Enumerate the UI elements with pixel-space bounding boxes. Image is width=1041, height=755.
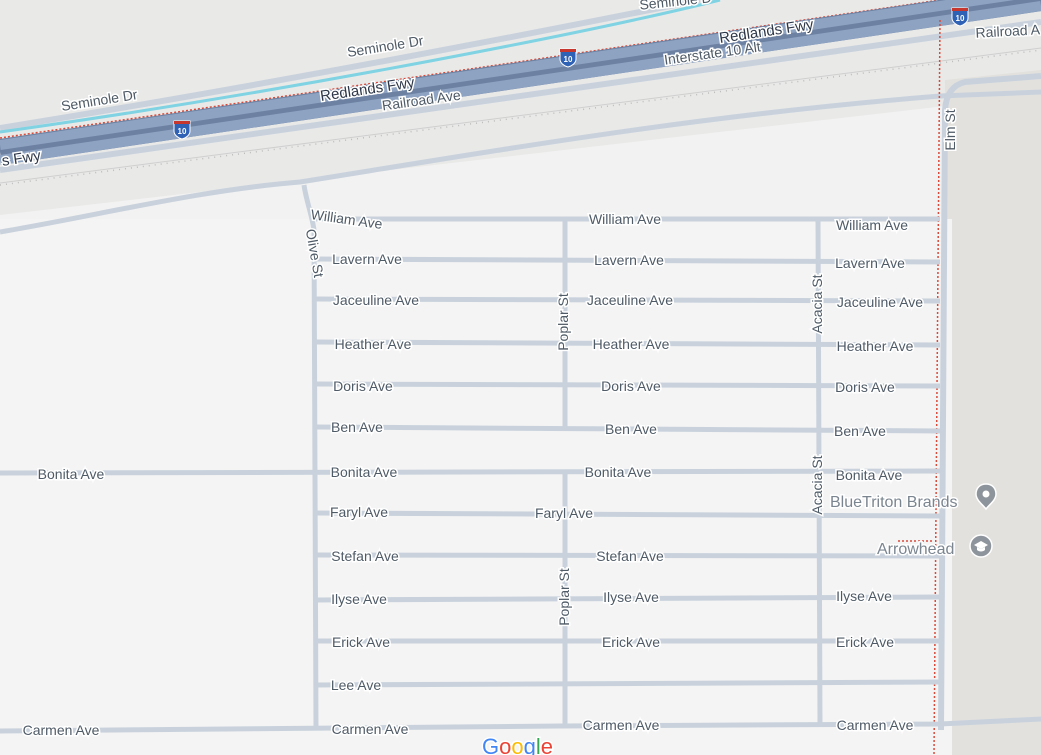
svg-text:10: 10	[564, 55, 573, 64]
interstate-shield-icon: 10	[173, 120, 191, 140]
acacia-st-label: Acacia St	[809, 455, 825, 514]
faryl-ave-label: Faryl Ave	[535, 505, 593, 521]
google-logo-letter: o	[499, 734, 511, 755]
google-logo-letter: o	[511, 734, 523, 755]
school-cap-icon[interactable]	[969, 534, 993, 558]
stefan-ave-label: Stefan Ave	[596, 548, 664, 564]
bonita-ave-road	[0, 468, 941, 476]
jaceuline-ave-label: Jaceuline Ave	[837, 294, 923, 310]
jaceuline-ave-label: Jaceuline Ave	[333, 292, 419, 308]
carmen-ave-label: Carmen Ave	[837, 717, 914, 733]
carmen-ave-label: Carmen Ave	[583, 717, 660, 733]
ben-ave-label: Ben Ave	[834, 423, 886, 439]
interstate-shield-icon: 10	[559, 48, 577, 68]
erick-ave-label: Erick Ave	[602, 634, 660, 650]
google-logo-letter: g	[524, 734, 536, 755]
interstate-shield-icon: 10	[951, 7, 969, 27]
east-parcel	[945, 70, 1041, 755]
ben-ave-label: Ben Ave	[331, 419, 383, 435]
erick-ave-label: Erick Ave	[332, 634, 390, 650]
carmen-ave-label: Carmen Ave	[23, 722, 100, 738]
ilyse-ave-label: Ilyse Ave	[603, 589, 659, 605]
lavern-ave-label: Lavern Ave	[594, 252, 664, 268]
ilyse-ave-label: Ilyse Ave	[331, 591, 387, 607]
faryl-ave-label: Faryl Ave	[330, 504, 388, 520]
google-logo-letter: G	[482, 734, 499, 755]
doris-ave-label: Doris Ave	[835, 379, 895, 395]
google-logo-text: Google	[482, 734, 553, 755]
doris-ave-label: Doris Ave	[333, 378, 393, 394]
lee-ave-label: Lee Ave	[331, 677, 382, 693]
erick-ave-label: Erick Ave	[836, 634, 894, 650]
lavern-ave-label: Lavern Ave	[332, 251, 402, 267]
poi-arrowhead-label[interactable]: Arrowhead	[876, 540, 956, 560]
heather-ave-label: Heather Ave	[593, 336, 670, 352]
acacia-st-label: Acacia St	[809, 274, 825, 333]
map-canvas[interactable]: 10 10 10 Redlands Fwy Redlands Fwy s Fwy…	[0, 0, 1041, 755]
doris-ave-label: Doris Ave	[601, 378, 661, 394]
bonita-ave-label: Bonita Ave	[38, 466, 105, 482]
lee-ave-road	[315, 679, 941, 688]
heather-ave-label: Heather Ave	[837, 338, 914, 354]
google-logo: Google	[481, 733, 555, 755]
railroad-ave-partial-label: Railroad A	[975, 21, 1041, 40]
lavern-ave-label: Lavern Ave	[835, 255, 905, 271]
poplar-st-label: Poplar St	[555, 293, 571, 351]
carmen-ave-label: Carmen Ave	[332, 721, 409, 737]
elm-st-label: Elm St	[942, 109, 958, 150]
faryl-ave-road	[315, 510, 941, 519]
bonita-ave-label: Bonita Ave	[331, 464, 398, 480]
william-ave-label: William Ave	[589, 211, 661, 227]
svg-text:10: 10	[178, 127, 187, 136]
svg-text:10: 10	[956, 14, 965, 23]
stefan-ave-label: Stefan Ave	[331, 548, 399, 564]
heather-ave-label: Heather Ave	[335, 336, 412, 352]
map-svg[interactable]: 10 10 10 Redlands Fwy Redlands Fwy s Fwy…	[0, 0, 1041, 755]
poi-bluetriton-label[interactable]: BlueTriton Brands	[829, 493, 959, 513]
poplar-st-label: Poplar St	[556, 568, 572, 626]
william-ave-label: William Ave	[836, 217, 908, 233]
bonita-ave-label: Bonita Ave	[585, 464, 652, 480]
ben-ave-label: Ben Ave	[605, 421, 657, 437]
jaceuline-ave-label: Jaceuline Ave	[587, 292, 673, 308]
google-logo-letter: e	[541, 734, 553, 755]
bonita-ave-label: Bonita Ave	[836, 467, 903, 483]
ilyse-ave-label: Ilyse Ave	[836, 588, 892, 604]
